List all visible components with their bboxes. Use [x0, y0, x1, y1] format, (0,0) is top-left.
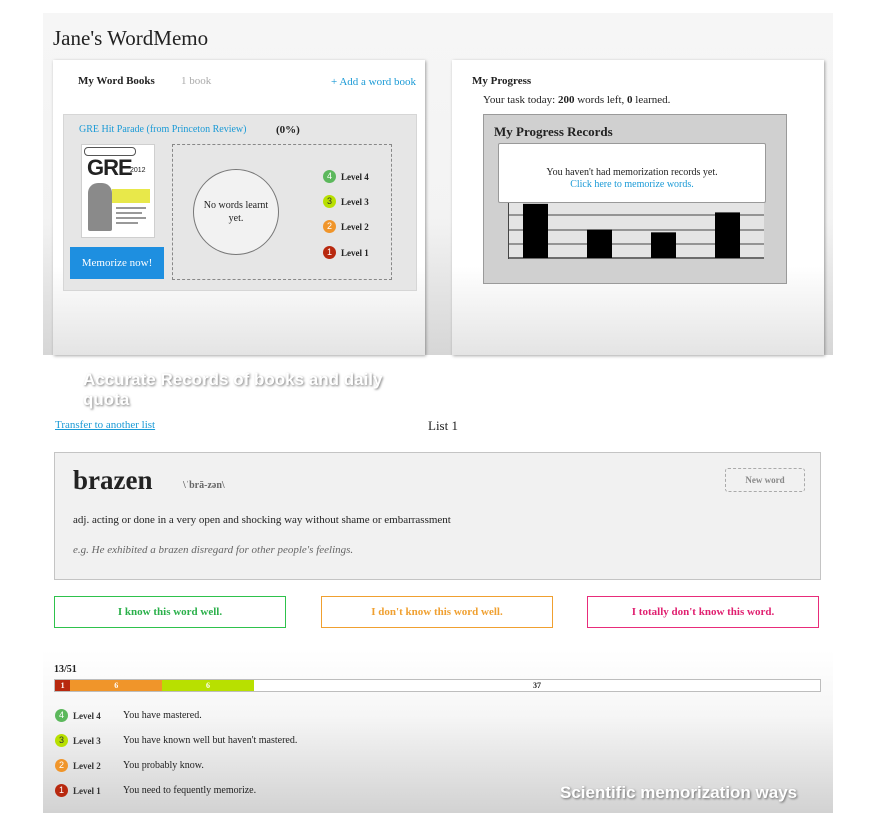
- level-2-row: 2 Level 2: [323, 220, 369, 233]
- feature-caption-records: Accurate Records of books and daily quot…: [83, 370, 383, 409]
- cover-text-line: [116, 212, 142, 214]
- cover-text-line: [116, 217, 146, 219]
- dont-know-well-button[interactable]: I don't know this word well.: [321, 596, 553, 628]
- progress-card: My Progress Your task today: 200 words l…: [452, 60, 824, 355]
- bar-segment-level-2: 6: [70, 680, 163, 691]
- legend-level-3: 3 Level 3 You have known well but haven'…: [55, 734, 297, 747]
- add-word-book-link[interactable]: + Add a word book: [331, 76, 416, 88]
- no-words-circle: No words learnt yet.: [193, 169, 279, 255]
- transfer-list-link[interactable]: Transfer to another list: [55, 419, 155, 431]
- totally-dont-know-button[interactable]: I totally don't know this word.: [587, 596, 819, 628]
- level-3-label: Level 3: [341, 196, 369, 207]
- feature-caption-memorization: Scientific memorization ways: [560, 783, 798, 802]
- legend-level-label: Level 3: [73, 735, 101, 746]
- legend-level-label: Level 2: [73, 760, 101, 771]
- legend-level-1: 1 Level 1 You need to fequently memorize…: [55, 784, 256, 797]
- cover-text-line: [116, 222, 138, 224]
- level-2-badge-icon: 2: [323, 220, 336, 233]
- level-2-badge-icon: 2: [55, 759, 68, 772]
- legend-level-desc: You probably know.: [123, 760, 204, 771]
- word-card: brazen \ˈbrā-zən\ New word adj. acting o…: [54, 452, 821, 580]
- level-2-label: Level 2: [341, 221, 369, 232]
- legend-level-desc: You have mastered.: [123, 710, 202, 721]
- definition-text: adj. acting or done in a very open and s…: [73, 514, 451, 526]
- word-books-count: 1 book: [181, 75, 212, 87]
- legend-level-4: 4 Level 4 You have mastered.: [55, 709, 202, 722]
- learned-suffix: learned.: [635, 94, 671, 106]
- word-book-item: GRE Hit Parade (from Princeton Review) (…: [63, 114, 417, 291]
- legend-level-desc: You need to fequently memorize.: [123, 785, 257, 796]
- example-sentence: e.g. He exhibited a brazen disregard for…: [73, 544, 354, 556]
- new-word-button[interactable]: New word: [725, 468, 805, 492]
- learned-count: 0: [627, 94, 633, 106]
- bar-segment-level-1: 1: [55, 680, 71, 691]
- memorize-now-button[interactable]: Memorize now!: [70, 247, 164, 279]
- bar-segment-remaining: 37: [253, 680, 820, 691]
- app-title: Jane's WordMemo: [53, 26, 209, 50]
- level-3-row: 3 Level 3: [323, 195, 369, 208]
- legend-level-label: Level 4: [73, 710, 101, 721]
- progress-title: My Progress: [472, 75, 532, 87]
- level-4-badge-icon: 4: [323, 170, 336, 183]
- level-1-label: Level 1: [341, 247, 369, 258]
- level-1-badge-icon: 1: [55, 784, 68, 797]
- placeholder-bar-chart: [508, 201, 764, 259]
- book-level-summary: No words learnt yet. 4 Level 4 3 Level 3…: [172, 144, 392, 280]
- placeholder-bar: [523, 203, 548, 258]
- progress-records-title: My Progress Records: [494, 124, 613, 139]
- legend-level-desc: You have known well but haven't mastered…: [123, 735, 298, 746]
- placeholder-bar: [715, 212, 740, 258]
- level-3-badge-icon: 3: [323, 195, 336, 208]
- cover-brand-text: GRE: [87, 155, 133, 180]
- cover-highlight-block: [112, 189, 150, 203]
- pronunciation: \ˈbrā-zən\: [183, 480, 225, 491]
- daily-task-text: Your task today: 200 words left, 0 learn…: [483, 94, 670, 106]
- progress-records-box: My Progress Records You haven't had memo…: [483, 114, 787, 284]
- word-books-card: My Word Books 1 book + Add a word book G…: [53, 60, 425, 409]
- word-progress-count: 13/51: [54, 664, 77, 675]
- level-3-badge-icon: 3: [55, 734, 68, 747]
- feature-panel-memorization: 13/51 1 6 6 37 4 Level 4 You have master…: [43, 650, 833, 813]
- level-4-label: Level 4: [341, 171, 369, 182]
- level-4-badge-icon: 4: [55, 709, 68, 722]
- no-words-text: No words learnt yet.: [203, 200, 269, 224]
- list-name: List 1: [428, 418, 458, 433]
- words-left-count: 200: [557, 94, 575, 106]
- level-distribution-bar: 1 6 6 37: [54, 679, 821, 692]
- legend-level-label: Level 1: [73, 785, 101, 796]
- feature-panel-records: Jane's WordMemo My Word Books 1 book + A…: [43, 13, 833, 409]
- cover-person-graphic: [88, 183, 112, 231]
- cover-text-line: [116, 207, 146, 209]
- know-well-button[interactable]: I know this word well.: [54, 596, 286, 628]
- no-records-popup: You haven't had memorization records yet…: [498, 143, 766, 203]
- legend-level-2: 2 Level 2 You probably know.: [55, 759, 204, 772]
- level-4-row: 4 Level 4: [323, 170, 369, 183]
- task-prefix: Your task today:: [483, 94, 556, 106]
- book-progress-percent: (0%): [276, 124, 300, 136]
- memorize-words-link[interactable]: Click here to memorize words.: [499, 179, 765, 190]
- cover-year-text: 2012: [130, 167, 146, 174]
- book-cover-image: GRE 2012: [81, 144, 155, 238]
- word-books-title: My Word Books: [78, 75, 155, 87]
- level-1-row: 1 Level 1: [323, 246, 369, 259]
- book-name-link[interactable]: GRE Hit Parade (from Princeton Review): [79, 124, 246, 135]
- words-left-suffix: words left,: [577, 94, 625, 106]
- level-1-badge-icon: 1: [323, 246, 336, 259]
- no-records-message: You haven't had memorization records yet…: [546, 167, 718, 178]
- placeholder-bar: [587, 229, 612, 258]
- bar-segment-level-3: 6: [162, 680, 254, 691]
- placeholder-bar: [651, 232, 676, 258]
- word-text: brazen: [73, 465, 153, 495]
